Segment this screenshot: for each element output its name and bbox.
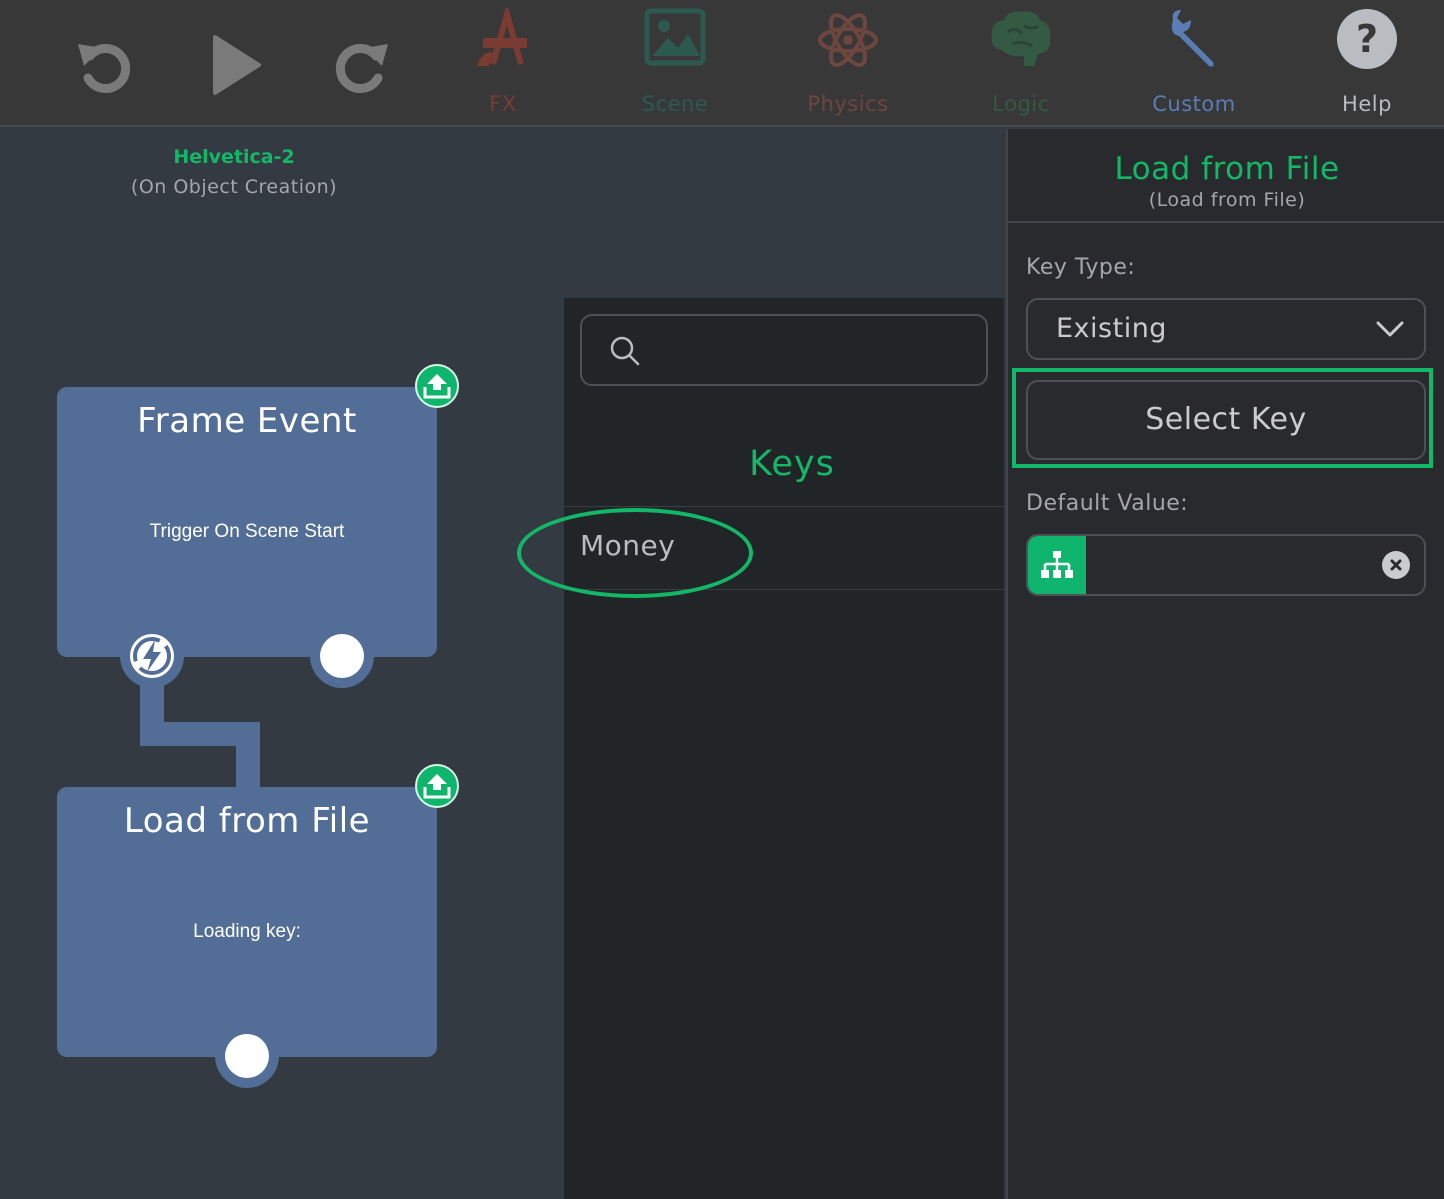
keys-title: Keys: [749, 444, 835, 484]
clear-button[interactable]: [1382, 551, 1410, 579]
node-title: Frame Event: [137, 401, 357, 441]
svg-text:?: ?: [1356, 17, 1378, 61]
tab-custom-label: Custom: [1152, 92, 1236, 116]
select-key-label: Select Key: [1145, 402, 1307, 437]
node-title: Load from File: [123, 801, 371, 841]
keys-search-input[interactable]: [580, 314, 988, 386]
redo-icon: [335, 44, 388, 93]
tab-fx[interactable]: FX: [428, 0, 578, 127]
output-port[interactable]: [215, 1024, 279, 1088]
default-value-field[interactable]: [1026, 534, 1426, 596]
frame-event-node[interactable]: Frame Event Trigger On Scene Start: [57, 387, 437, 657]
load-from-file-node[interactable]: Load from File Loading key:: [57, 787, 437, 1057]
highlight-annotation: [517, 508, 753, 598]
export-button[interactable]: [415, 764, 459, 808]
variable-picker-button[interactable]: [1028, 536, 1086, 594]
properties-header: Load from File (Load from File): [1008, 129, 1444, 223]
tab-scene[interactable]: Scene: [600, 0, 750, 127]
properties-panel: Load from File (Load from File) Key Type…: [1006, 129, 1444, 1199]
upload-icon: [423, 774, 451, 799]
tab-scene-label: Scene: [641, 92, 709, 116]
select-key-button[interactable]: Select Key: [1026, 380, 1426, 460]
tab-help-label: Help: [1342, 92, 1392, 116]
output-port[interactable]: [310, 624, 374, 688]
upload-icon: [423, 374, 451, 399]
tab-custom[interactable]: Custom: [1119, 0, 1269, 127]
tab-fx-label: FX: [489, 92, 517, 116]
key-type-select[interactable]: Existing: [1026, 298, 1426, 360]
fx-brush-ruler-icon: [477, 8, 527, 66]
search-icon: [610, 336, 640, 366]
node-body: Trigger On Scene Start: [149, 521, 345, 542]
app-window: FX Scene Physics Logic Custom ? Help Hel…: [0, 0, 1444, 1199]
tab-help[interactable]: ? Help: [1292, 0, 1442, 127]
keys-picker-panel: Keys Money: [564, 298, 1004, 1199]
image-icon: [644, 8, 706, 66]
properties-title: Load from File: [1114, 151, 1340, 187]
properties-subtitle: (Load from File): [1148, 189, 1306, 211]
trigger-output-port[interactable]: [120, 624, 184, 688]
undo-icon: [78, 44, 131, 93]
close-icon: [1390, 559, 1402, 571]
object-trigger-subtitle: (On Object Creation): [130, 176, 338, 198]
hierarchy-icon: [1041, 551, 1073, 578]
object-name: Helvetica-2: [173, 146, 295, 168]
tab-logic[interactable]: Logic: [946, 0, 1096, 127]
tab-physics-label: Physics: [807, 92, 889, 116]
default-value-label: Default Value:: [1026, 491, 1189, 516]
tab-logic-label: Logic: [992, 92, 1050, 116]
top-toolbar: FX Scene Physics Logic Custom ? Help: [0, 0, 1444, 127]
atom-icon: [818, 13, 878, 67]
key-type-value: Existing: [1056, 313, 1167, 344]
help-icon: ?: [1337, 9, 1397, 69]
play-icon: [213, 35, 261, 95]
node-body: Loading key:: [193, 921, 301, 942]
undo-button[interactable]: [68, 30, 138, 100]
chevron-down-icon: [1376, 321, 1404, 337]
brain-icon: [991, 11, 1051, 66]
wrench-icon: [1171, 10, 1214, 67]
key-type-label: Key Type:: [1026, 255, 1136, 280]
node-connector: [236, 722, 260, 792]
export-button[interactable]: [415, 364, 459, 408]
tab-physics[interactable]: Physics: [773, 0, 923, 127]
redo-button[interactable]: [328, 30, 398, 100]
play-button[interactable]: [200, 30, 270, 100]
lightning-icon: [133, 637, 171, 675]
